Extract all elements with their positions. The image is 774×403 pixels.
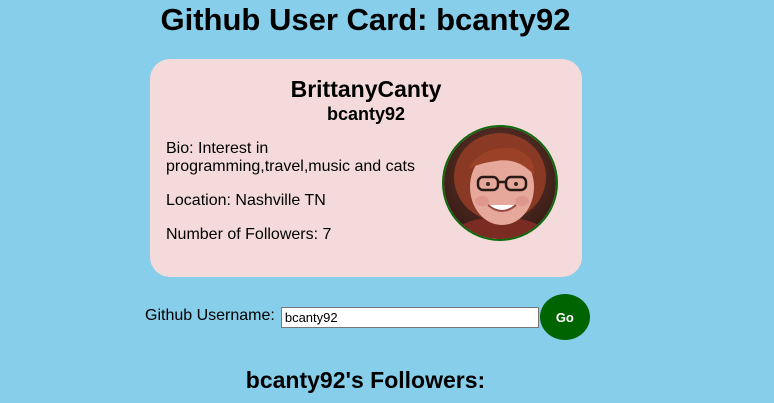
search-form: Github Username: Go (145, 294, 590, 340)
user-full-name: BrittanyCanty (290, 76, 442, 102)
user-avatar-photo-icon (444, 127, 556, 239)
go-button[interactable]: Go (539, 294, 590, 340)
user-bio: Bio: Interest in programming,travel,musi… (166, 140, 415, 175)
username-input[interactable] (280, 306, 539, 328)
user-login: bcanty92 (326, 104, 406, 124)
followers-heading: bcanty92's Followers: (245, 367, 486, 393)
user-card: BrittanyCanty bcanty92 Bio: Interest in … (150, 59, 582, 277)
user-info: Bio: Interest in programming,travel,musi… (166, 140, 428, 260)
page-title: Github User Card: bcanty92 (160, 2, 571, 37)
avatar (442, 125, 558, 241)
user-location: Location: Nashville TN (166, 192, 326, 209)
username-label: Github Username: (145, 307, 275, 324)
user-followers-count: Number of Followers: 7 (166, 226, 332, 243)
